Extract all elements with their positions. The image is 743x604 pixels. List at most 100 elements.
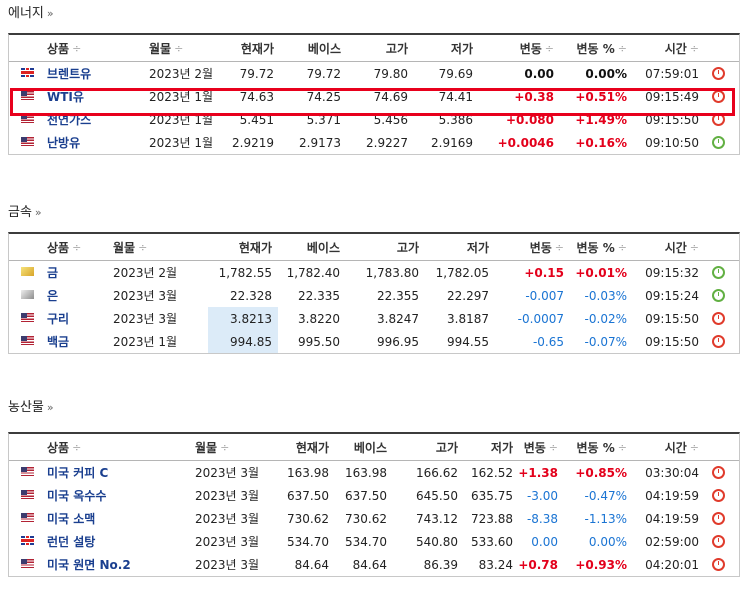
table-row[interactable]: 백금 2023년 1월 994.85 995.50 996.95 994.55 -0.65 -… <box>9 330 739 353</box>
column-header-base[interactable]: 베이스 <box>354 434 387 460</box>
column-header-current[interactable]: 현재가 <box>239 234 272 260</box>
column-header-product[interactable]: 상품 ÷ <box>47 35 81 61</box>
us-flag-icon <box>21 137 34 146</box>
contract-month: 2023년 3월 <box>195 535 260 549</box>
column-header-label: 변동 % <box>576 440 615 455</box>
low-price: 22.297 <box>447 288 489 303</box>
sort-icon[interactable]: ÷ <box>618 42 627 55</box>
column-header-high[interactable]: 고가 <box>386 35 408 61</box>
sort-icon[interactable]: ÷ <box>690 241 699 254</box>
sort-icon[interactable]: ÷ <box>690 42 699 55</box>
commodity-name-link[interactable]: 금 <box>47 261 58 284</box>
base-price: 995.50 <box>298 334 340 349</box>
column-header-month[interactable]: 월물 ÷ <box>113 234 147 260</box>
table-row[interactable]: 금 2023년 2월 1,782.55 1,782.40 1,783.80 1,782.0… <box>9 261 739 284</box>
column-header-label: 저가 <box>450 41 473 56</box>
high-price: 2.9227 <box>366 135 408 150</box>
table-row[interactable]: 난방유 2023년 1월 2.9219 2.9173 2.9227 2.9169 +0.00… <box>9 131 739 154</box>
base-price: 3.8220 <box>298 311 340 326</box>
quote-time: 03:30:04 <box>645 465 699 480</box>
current-price: 994.85 <box>230 334 272 349</box>
silver-icon <box>21 290 34 299</box>
column-header-low[interactable]: 저가 <box>451 35 473 61</box>
gold-icon <box>21 267 34 276</box>
contract-month: 2023년 3월 <box>195 558 260 572</box>
section-title-metals[interactable]: 금속» <box>8 201 42 220</box>
high-price: 22.355 <box>377 288 419 303</box>
table-row[interactable]: 미국 원면 No.2 2023년 3월 84.64 84.64 86.39 83.24 +0… <box>9 553 739 576</box>
commodity-name-link[interactable]: 미국 소맥 <box>47 507 95 530</box>
contract-month: 2023년 1월 <box>113 335 178 349</box>
sort-icon[interactable]: ÷ <box>138 241 147 254</box>
table-row[interactable]: 미국 커피 C 2023년 3월 163.98 163.98 166.62 162.52 +… <box>9 461 739 484</box>
sort-icon[interactable]: ÷ <box>72 42 81 55</box>
sort-icon[interactable]: ÷ <box>72 241 81 254</box>
column-header-change[interactable]: 변동 ÷ <box>524 434 558 460</box>
column-header-product[interactable]: 상품 ÷ <box>47 434 81 460</box>
commodity-name-link[interactable]: 미국 원면 No.2 <box>47 553 131 576</box>
commodity-name-link[interactable]: 런던 설탕 <box>47 530 95 553</box>
commodity-name-link[interactable]: 백금 <box>47 330 69 353</box>
sort-icon[interactable]: ÷ <box>618 241 627 254</box>
sort-icon[interactable]: ÷ <box>618 441 627 454</box>
base-price: 730.62 <box>345 511 387 526</box>
table-row[interactable]: 브렌트유 2023년 2월 79.72 79.72 79.80 79.69 0.00 0.00… <box>9 62 739 85</box>
column-header-current[interactable]: 현재가 <box>241 35 274 61</box>
commodity-name-link[interactable]: 난방유 <box>47 131 80 154</box>
column-header-change[interactable]: 변동 ÷ <box>530 234 564 260</box>
low-price: 994.55 <box>447 334 489 349</box>
commodity-name-link[interactable]: 은 <box>47 284 58 307</box>
quote-time: 04:20:01 <box>645 557 699 572</box>
column-header-current[interactable]: 현재가 <box>296 434 329 460</box>
selected-row-outline <box>10 88 735 116</box>
column-header-change-pct[interactable]: 변동 % ÷ <box>576 234 627 260</box>
commodity-name-link[interactable]: 미국 옥수수 <box>47 484 106 507</box>
sort-icon[interactable]: ÷ <box>72 441 81 454</box>
sort-icon[interactable]: ÷ <box>545 42 554 55</box>
current-price: 730.62 <box>287 511 329 526</box>
column-header-time[interactable]: 시간 ÷ <box>665 234 699 260</box>
clock-icon <box>712 136 725 149</box>
sort-icon[interactable]: ÷ <box>555 241 564 254</box>
column-header-high[interactable]: 고가 <box>436 434 458 460</box>
low-price: 1,782.05 <box>435 265 489 280</box>
high-price: 166.62 <box>416 465 458 480</box>
quote-time: 09:10:50 <box>645 135 699 150</box>
table-row[interactable]: 구리 2023년 3월 3.8213 3.8220 3.8247 3.8187 -0.000… <box>9 307 739 330</box>
current-price: 79.72 <box>239 66 274 81</box>
sort-icon[interactable]: ÷ <box>174 42 183 55</box>
column-header-low[interactable]: 저가 <box>491 434 513 460</box>
sort-icon[interactable]: ÷ <box>690 441 699 454</box>
price-change-percent: +0.85% <box>575 465 627 480</box>
column-header-time[interactable]: 시간 ÷ <box>665 434 699 460</box>
table-row[interactable]: 미국 옥수수 2023년 3월 637.50 637.50 645.50 635.75 -3… <box>9 484 739 507</box>
column-header-base[interactable]: 베이스 <box>308 35 341 61</box>
table-row[interactable]: 런던 설탕 2023년 3월 534.70 534.70 540.80 533.60 0.0… <box>9 530 739 553</box>
clock-icon <box>712 535 725 548</box>
column-header-label: 변동 <box>529 240 552 255</box>
column-header-low[interactable]: 저가 <box>467 234 489 260</box>
column-header-product[interactable]: 상품 ÷ <box>47 234 81 260</box>
sort-icon[interactable]: ÷ <box>549 441 558 454</box>
column-header-time[interactable]: 시간 ÷ <box>665 35 699 61</box>
column-header-change-pct[interactable]: 변동 % ÷ <box>576 35 627 61</box>
section-title-agriculture[interactable]: 농산물» <box>8 396 54 415</box>
column-header-label: 시간 <box>664 41 687 56</box>
column-header-month[interactable]: 월물 ÷ <box>149 35 183 61</box>
price-change: -0.007 <box>525 288 564 303</box>
commodity-name-link[interactable]: 구리 <box>47 307 69 330</box>
us-flag-icon <box>21 490 34 499</box>
sort-icon[interactable]: ÷ <box>220 441 229 454</box>
column-header-high[interactable]: 고가 <box>397 234 419 260</box>
column-header-change[interactable]: 변동 ÷ <box>520 35 554 61</box>
section-title-energy[interactable]: 에너지» <box>8 2 54 21</box>
commodity-name-link[interactable]: 미국 커피 C <box>47 461 108 484</box>
table-row[interactable]: 은 2023년 3월 22.328 22.335 22.355 22.297 -0.007 -… <box>9 284 739 307</box>
column-header-label: 상품 <box>47 240 70 255</box>
column-header-month[interactable]: 월물 ÷ <box>195 434 229 460</box>
column-header-base[interactable]: 베이스 <box>307 234 340 260</box>
column-header-change-pct[interactable]: 변동 % ÷ <box>576 434 627 460</box>
commodity-name-link[interactable]: 브렌트유 <box>47 62 91 85</box>
uk-flag-icon <box>21 68 34 77</box>
table-row[interactable]: 미국 소맥 2023년 3월 730.62 730.62 743.12 723.88 -8.… <box>9 507 739 530</box>
